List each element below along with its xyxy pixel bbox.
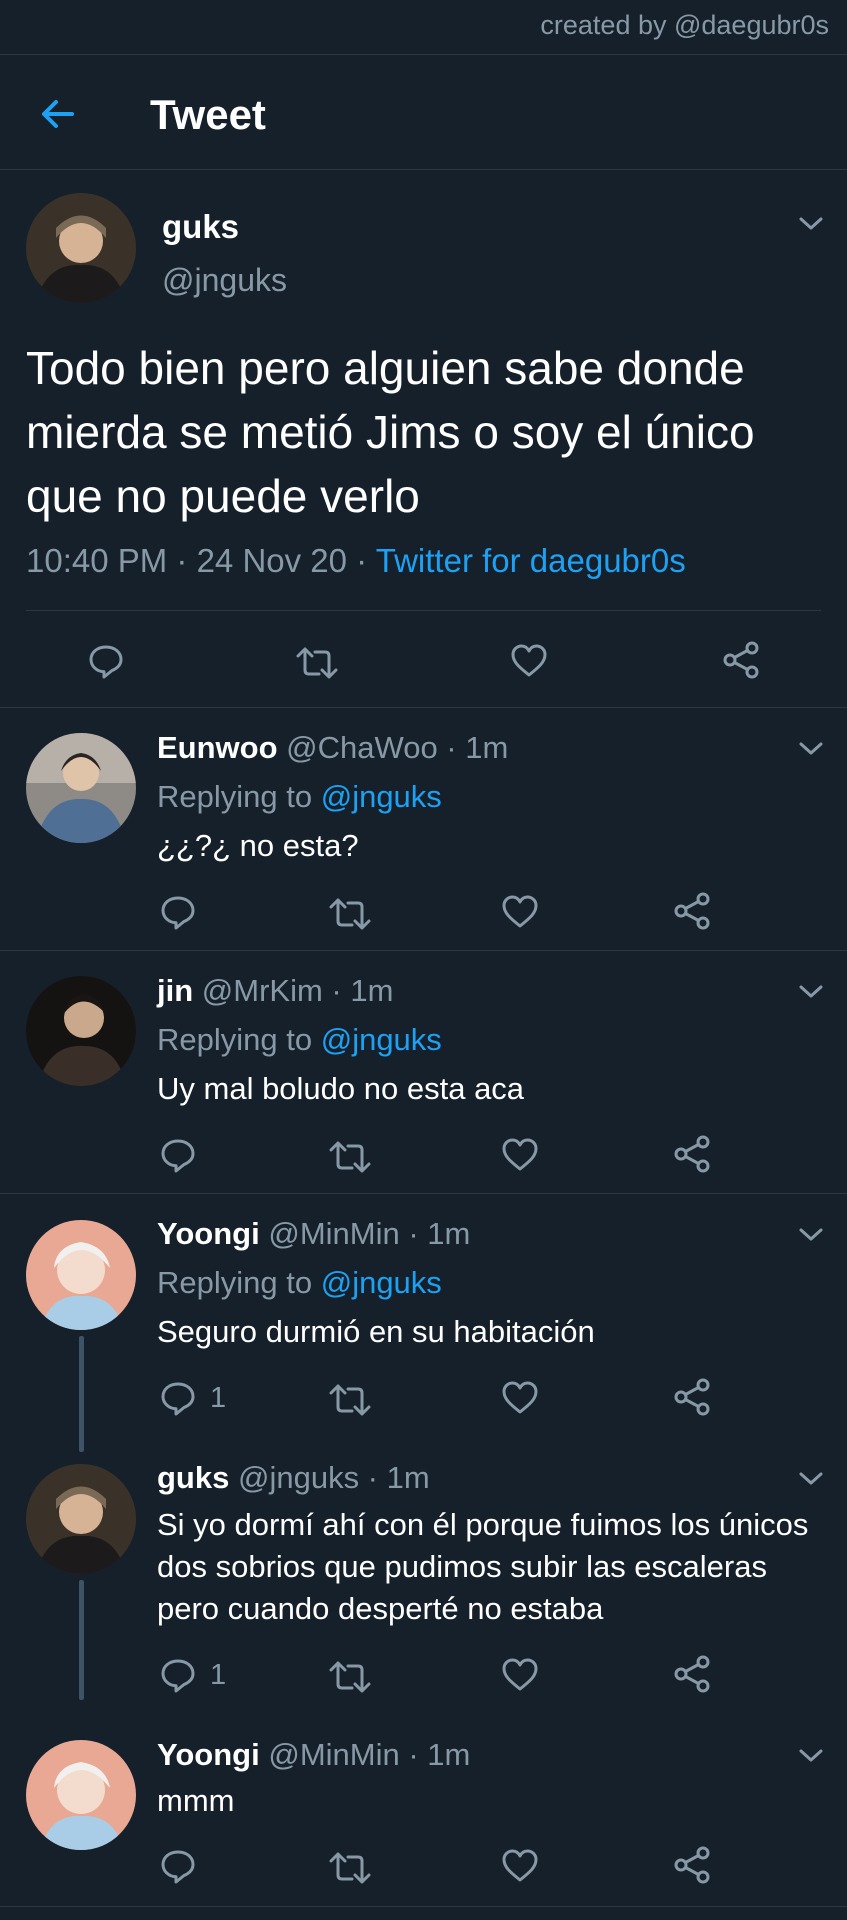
top-bar: Tweet [0, 54, 847, 170]
avatar[interactable] [26, 1740, 136, 1850]
share-icon[interactable] [672, 1654, 712, 1694]
comment-icon[interactable] [158, 1846, 198, 1886]
like-icon[interactable] [500, 1378, 540, 1418]
share-icon[interactable] [672, 891, 712, 931]
like-icon[interactable] [500, 1135, 540, 1175]
reply-text: Si yo dormí ahí con él porque fuimos los… [157, 1507, 809, 1626]
share-icon[interactable] [672, 1845, 712, 1885]
avatar[interactable] [26, 1464, 136, 1574]
share-icon[interactable] [672, 1134, 712, 1174]
avatar[interactable] [26, 1220, 136, 1330]
chevron-down-icon[interactable] [797, 1747, 825, 1765]
mention-link[interactable]: @jnguks [321, 1022, 442, 1057]
meta-separator: · [347, 542, 376, 579]
replying-label: Replying to [157, 1022, 321, 1057]
chevron-down-icon[interactable] [797, 1470, 825, 1488]
reply-count: 1 [210, 1382, 227, 1414]
avatar[interactable] [26, 193, 136, 303]
meta-separator: · [167, 542, 197, 579]
like-icon[interactable] [500, 1846, 540, 1886]
reply-header: Yoongi @MinMin · 1m [157, 1216, 470, 1252]
avatar[interactable] [26, 976, 136, 1086]
retweet-icon[interactable] [295, 643, 339, 683]
retweet-icon[interactable] [328, 1657, 372, 1697]
page-title: Tweet [150, 91, 266, 138]
author-handle[interactable]: @MrKim · 1m [202, 973, 394, 1008]
author-name[interactable]: Yoongi [157, 1216, 260, 1251]
reply-header: guks @jnguks · 1m [157, 1460, 430, 1496]
reply-count: 1 [210, 1659, 227, 1691]
chevron-down-icon[interactable] [797, 215, 825, 233]
author-name[interactable]: jin [157, 973, 193, 1008]
replying-label: Replying to [157, 1265, 321, 1300]
like-icon[interactable] [500, 1655, 540, 1695]
author-name[interactable]: guks [157, 1460, 229, 1495]
like-icon[interactable] [500, 892, 540, 932]
replying-label: Replying to [157, 779, 321, 814]
reply-header: jin @MrKim · 1m [157, 973, 393, 1009]
reply-header: Yoongi @MinMin · 1m [157, 1737, 470, 1773]
tweet-date: 24 Nov 20 [196, 542, 348, 579]
divider [0, 1193, 847, 1194]
reply-text: mmm [157, 1783, 235, 1818]
share-icon[interactable] [721, 640, 761, 680]
share-icon[interactable] [672, 1377, 712, 1417]
author-handle[interactable]: @jnguks · 1m [238, 1460, 430, 1495]
chevron-down-icon[interactable] [797, 740, 825, 758]
reply-text: Uy mal boludo no esta aca [157, 1071, 525, 1106]
reply-text: Seguro durmió en su habitación [157, 1314, 595, 1349]
author-handle[interactable]: @MinMin · 1m [268, 1737, 470, 1772]
comment-icon[interactable] [158, 1655, 198, 1695]
retweet-icon[interactable] [328, 894, 372, 934]
comment-icon[interactable] [158, 892, 198, 932]
divider [0, 950, 847, 951]
tweet-time: 10:40 PM [26, 542, 168, 579]
author-name[interactable]: guks [162, 208, 239, 246]
comment-icon[interactable] [158, 1135, 198, 1175]
comment-icon[interactable] [158, 1378, 198, 1418]
divider [26, 610, 821, 611]
thread-line [79, 1336, 84, 1452]
arrow-left-icon[interactable] [36, 93, 78, 135]
replying-to: Replying to @jnguks [157, 1022, 442, 1058]
like-icon[interactable] [509, 641, 549, 681]
author-handle[interactable]: @jnguks [162, 262, 287, 299]
retweet-icon[interactable] [328, 1137, 372, 1177]
tweet-source-link[interactable]: Twitter for daegubr0s [376, 542, 686, 579]
author-handle[interactable]: @MinMin · 1m [268, 1216, 470, 1251]
avatar[interactable] [26, 733, 136, 843]
tweet-text: Todo bien pero alguien sabe donde mierda… [26, 342, 755, 522]
divider [0, 707, 847, 708]
author-name[interactable]: Eunwoo [157, 730, 278, 765]
thread-line [79, 1580, 84, 1700]
divider [0, 1906, 847, 1907]
chevron-down-icon[interactable] [797, 1226, 825, 1244]
comment-icon[interactable] [86, 641, 126, 681]
author-name[interactable]: Yoongi [157, 1737, 260, 1772]
retweet-icon[interactable] [328, 1848, 372, 1888]
replying-to: Replying to @jnguks [157, 1265, 442, 1301]
mention-link[interactable]: @jnguks [321, 779, 442, 814]
replying-to: Replying to @jnguks [157, 779, 442, 815]
watermark: created by @daegubr0s [540, 10, 829, 40]
author-handle[interactable]: @ChaWoo · 1m [286, 730, 508, 765]
reply-text: ¿¿?¿ no esta? [157, 828, 359, 863]
tweet-meta: 10:40 PM · 24 Nov 20 · Twitter for daegu… [26, 542, 686, 580]
retweet-icon[interactable] [328, 1380, 372, 1420]
reply-header: Eunwoo @ChaWoo · 1m [157, 730, 508, 766]
mention-link[interactable]: @jnguks [321, 1265, 442, 1300]
chevron-down-icon[interactable] [797, 983, 825, 1001]
